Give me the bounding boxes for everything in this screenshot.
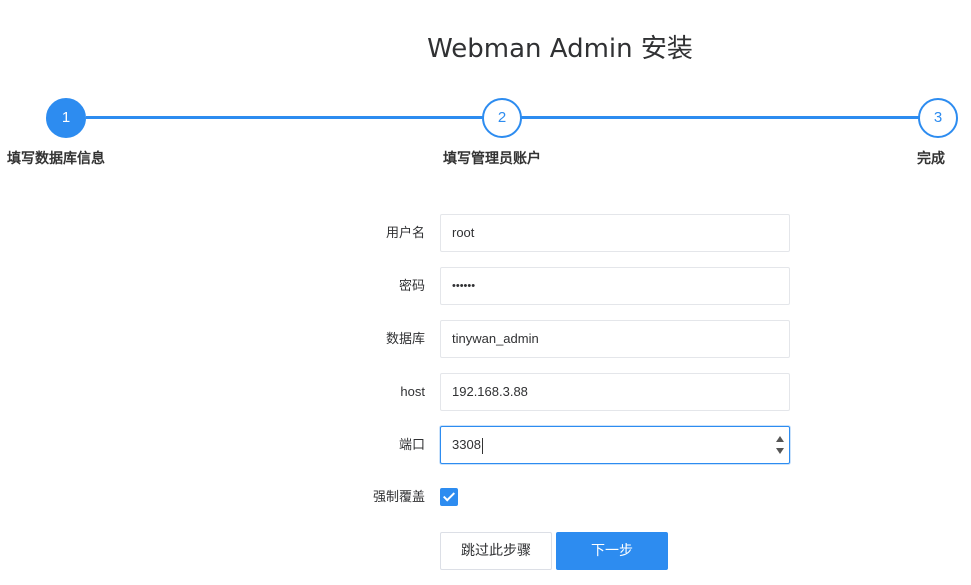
force-overwrite-checkbox[interactable] — [440, 488, 458, 506]
force-overwrite-row: 强制覆盖 — [0, 478, 971, 516]
username-label: 用户名 — [385, 225, 425, 240]
text-caret — [481, 437, 483, 454]
step-connector-2-3 — [521, 116, 919, 119]
step-2-circle: 2 — [482, 98, 522, 138]
spinner-up-icon[interactable] — [776, 436, 784, 442]
username-input[interactable]: root — [440, 214, 790, 252]
skip-button[interactable]: 跳过此步骤 — [440, 532, 552, 570]
next-button[interactable]: 下一步 — [556, 532, 668, 570]
step-3-circle: 3 — [918, 98, 958, 138]
step-2-label: 填写管理员账户 — [443, 150, 541, 166]
step-1-circle: 1 — [46, 98, 86, 138]
password-input[interactable]: •••••• — [440, 267, 790, 305]
step-connector-1-2 — [86, 116, 484, 119]
host-label: host — [400, 384, 425, 399]
database-label: 数据库 — [385, 331, 425, 346]
page-title: Webman Admin 安装 — [427, 34, 693, 64]
force-overwrite-label: 强制覆盖 — [372, 489, 425, 504]
host-input[interactable]: 192.168.3.88 — [440, 373, 790, 411]
port-value: 3308 — [452, 437, 481, 452]
username-row: 用户名 root — [0, 214, 971, 252]
database-row: 数据库 tinywan_admin — [0, 320, 971, 358]
password-label: 密码 — [398, 278, 425, 293]
port-label: 端口 — [398, 437, 425, 452]
step-1-label: 填写数据库信息 — [7, 150, 105, 166]
host-row: host 192.168.3.88 — [0, 373, 971, 411]
database-input[interactable]: tinywan_admin — [440, 320, 790, 358]
port-input[interactable]: 3308 — [440, 426, 790, 464]
password-row: 密码 •••••• — [0, 267, 971, 305]
step-3-label: 完成 — [917, 150, 945, 166]
port-row: 端口 3308 — [0, 426, 971, 464]
number-spinner[interactable] — [776, 436, 785, 454]
spinner-down-icon[interactable] — [776, 448, 784, 454]
